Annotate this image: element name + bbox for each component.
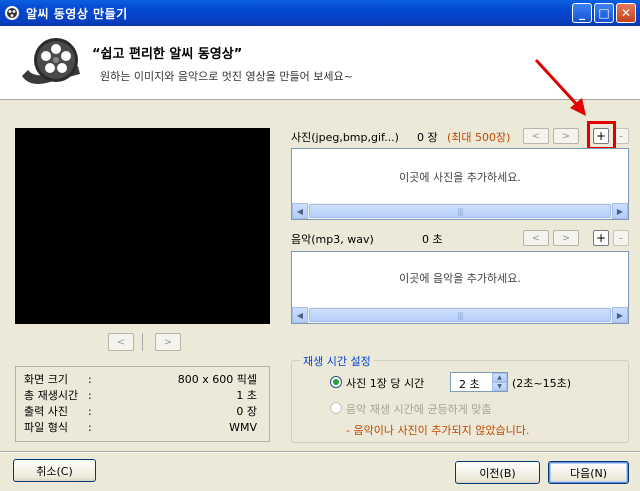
maximize-button[interactable]: □	[594, 3, 614, 23]
photos-scrollbar[interactable]: ◀ ||| ▶	[292, 203, 628, 219]
seconds-value[interactable]: 2 초	[459, 376, 480, 392]
info-label: 파일 형식	[24, 421, 68, 434]
music-placeholder: 이곳에 음악을 추가하세요.	[399, 272, 521, 285]
info-label: 총 재생시간	[24, 389, 79, 402]
window-title: 알씨 동영상 만들기	[26, 6, 128, 21]
info-row-output-photos: 출력 사진 : 0 장	[24, 403, 261, 419]
seconds-range: (2초~15초)	[512, 377, 572, 390]
seconds-stepper[interactable]: 2 초 ▲ ▼	[450, 372, 508, 392]
scroll-left-icon[interactable]: ◀	[292, 203, 308, 219]
radio-per-photo[interactable]	[330, 376, 342, 388]
info-label: 화면 크기	[24, 373, 68, 386]
photos-next-button[interactable]: >	[553, 128, 579, 144]
music-add-button[interactable]: +	[593, 230, 609, 246]
cancel-button[interactable]: 취소(C)	[13, 459, 96, 482]
close-button[interactable]: ✕	[616, 3, 636, 23]
music-next-button[interactable]: >	[553, 230, 579, 246]
photos-placeholder: 이곳에 사진을 추가하세요.	[399, 171, 521, 184]
scroll-thumb[interactable]: |||	[309, 204, 611, 218]
photos-list[interactable]: 이곳에 사진을 추가하세요. ◀ ||| ▶	[291, 148, 629, 220]
photos-count: 0 장	[417, 131, 438, 144]
spin-down-icon[interactable]: ▼	[492, 382, 507, 391]
photos-label: 사진(jpeg,bmp,gif...)	[291, 131, 399, 144]
music-scrollbar[interactable]: ◀ ||| ▶	[292, 307, 628, 323]
scroll-left-icon[interactable]: ◀	[292, 307, 308, 323]
info-row-total-time: 총 재생시간 : 1 초	[24, 387, 261, 403]
scroll-right-icon[interactable]: ▶	[612, 307, 628, 323]
app-icon	[5, 6, 19, 20]
red-arrow-annotation	[534, 58, 586, 116]
back-button[interactable]: 이전(B)	[455, 461, 540, 484]
playback-legend: 재생 시간 설정	[300, 353, 374, 369]
music-list[interactable]: 이곳에 음악을 추가하세요. ◀ ||| ▶	[291, 251, 629, 324]
info-value: 800 x 600 픽셀	[177, 373, 257, 386]
preview-prev-button[interactable]: <	[108, 333, 134, 351]
header-subtitle: 원하는 이미지와 음악으로 멋진 영상을 만들어 보세요~	[100, 70, 353, 83]
info-row-screen-size: 화면 크기 : 800 x 600 픽셀	[24, 371, 261, 387]
scroll-right-icon[interactable]: ▶	[612, 203, 628, 219]
radio-fit-music[interactable]	[330, 402, 342, 414]
preview-separator	[142, 333, 143, 351]
warning-text: - 음악이나 사진이 추가되지 않았습니다.	[346, 424, 530, 437]
radio-per-photo-label: 사진 1장 당 시간	[346, 377, 425, 390]
next-button[interactable]: 다음(N)	[548, 461, 629, 484]
info-panel: 화면 크기 : 800 x 600 픽셀 총 재생시간 : 1 초 출력 사진 …	[15, 366, 270, 442]
info-value: WMV	[229, 420, 257, 434]
scroll-thumb[interactable]: |||	[309, 308, 611, 322]
preview-next-button[interactable]: >	[155, 333, 181, 351]
film-reel-icon	[22, 38, 80, 84]
photos-max: (최대 500장)	[447, 131, 511, 144]
preview-screen	[15, 128, 270, 324]
music-prev-button[interactable]: <	[523, 230, 549, 246]
music-count: 0 초	[422, 233, 443, 246]
highlight-box-annotation	[587, 121, 616, 150]
footer-divider	[0, 451, 640, 452]
info-value: 0 장	[236, 405, 257, 418]
title-bar: 알씨 동영상 만들기 _ □ ✕	[0, 0, 640, 26]
playback-time-group: 재생 시간 설정 사진 1장 당 시간 2 초 ▲ ▼ (2초~15초) 음악 …	[291, 353, 629, 443]
music-label: 음악(mp3, wav)	[291, 233, 374, 246]
header-title: “쉽고 편리한 알씨 동영상”	[92, 47, 243, 62]
radio-fit-music-label: 음악 재생 시간에 균등하게 맞춤	[346, 403, 492, 416]
music-remove-button[interactable]: -	[613, 230, 629, 246]
spin-up-icon[interactable]: ▲	[492, 373, 507, 382]
minimize-button[interactable]: _	[572, 3, 592, 23]
photos-prev-button[interactable]: <	[523, 128, 549, 144]
info-label: 출력 사진	[24, 405, 68, 418]
info-value: 1 초	[236, 389, 257, 402]
info-row-file-format: 파일 형식 : WMV	[24, 419, 261, 435]
